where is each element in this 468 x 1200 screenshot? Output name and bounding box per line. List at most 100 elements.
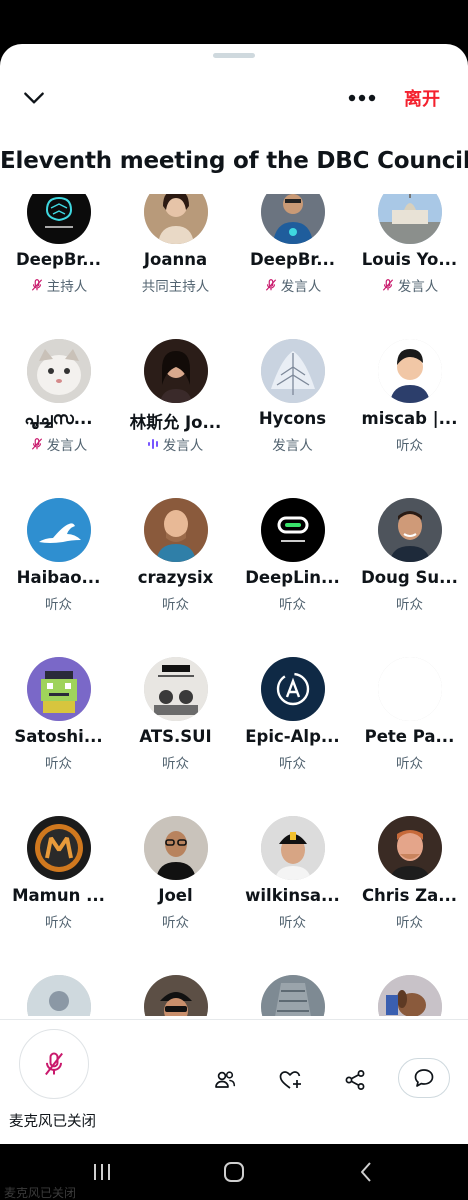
participant-name: DeepBr... — [15, 250, 102, 269]
avatar[interactable] — [27, 657, 91, 721]
participant-name: പൂച്ചസ... — [24, 409, 93, 428]
participant-tile[interactable]: Epic-Alp... 听众 — [234, 643, 351, 793]
participant-role-label: 听众 — [396, 756, 423, 772]
chevron-down-icon — [24, 92, 44, 104]
participant-role: 发言人 — [117, 434, 234, 454]
participant-tile[interactable]: Doug Su... 听众 — [351, 484, 468, 634]
participant-tile[interactable]: 林斯允 Jo... 发言人 — [117, 325, 234, 475]
participant-role: 听众 — [117, 593, 234, 613]
participant-name: Hycons — [258, 409, 327, 428]
participant-tile[interactable]: പൂച്ചസ... 发言人 — [0, 325, 117, 475]
participants-button[interactable] — [205, 1060, 245, 1100]
avatar[interactable] — [378, 657, 442, 721]
mic-muted-icon — [31, 438, 42, 450]
participant-role-label: 听众 — [162, 597, 189, 613]
avatar[interactable] — [27, 339, 91, 403]
participant-name: Louis Yo... — [361, 250, 458, 269]
status-bar — [0, 0, 468, 46]
participant-name: Joanna — [143, 250, 208, 269]
avatar[interactable] — [261, 816, 325, 880]
avatar[interactable] — [27, 194, 91, 244]
drag-handle[interactable] — [213, 53, 255, 58]
participant-tile[interactable]: Satoshi... 听众 — [0, 643, 117, 793]
participant-role-label: 发言人 — [280, 279, 322, 295]
collapse-button[interactable] — [18, 82, 50, 114]
share-button[interactable] — [335, 1060, 375, 1100]
mic-muted-icon — [265, 279, 276, 291]
participant-role: 发言人 — [0, 434, 117, 454]
participant-name: Satoshi... — [14, 727, 103, 746]
space-sheet: 离开 Eleventh meeting of the DBC Council D… — [0, 44, 468, 1144]
participant-role: 听众 — [0, 752, 117, 772]
participant-name: crazysix — [137, 568, 214, 587]
participant-name: Pete Pa... — [364, 727, 455, 746]
participant-tile[interactable]: Joel 听众 — [117, 802, 234, 952]
avatar[interactable] — [261, 339, 325, 403]
participant-tile[interactable]: miscab |... 听众 — [351, 325, 468, 475]
avatar[interactable] — [144, 194, 208, 244]
participant-tile[interactable]: Joanna 共同主持人 — [117, 194, 234, 316]
participant-tile[interactable] — [351, 961, 468, 1016]
participant-role-label: 发言人 — [272, 438, 313, 454]
avatar[interactable] — [144, 816, 208, 880]
avatar[interactable] — [261, 498, 325, 562]
avatar[interactable] — [378, 816, 442, 880]
participant-tile[interactable]: Haibao... 听众 — [0, 484, 117, 634]
more-options-button[interactable] — [344, 82, 380, 114]
recent-apps-button[interactable] — [88, 1158, 116, 1186]
avatar[interactable] — [378, 194, 442, 244]
participant-role: 听众 — [234, 911, 351, 931]
participant-tile[interactable]: Pete Pa... 听众 — [351, 643, 468, 793]
speaking-wave-icon — [147, 439, 158, 449]
reactions-button[interactable] — [270, 1060, 310, 1100]
space-title: Eleventh meeting of the DBC Council — [0, 148, 468, 174]
avatar[interactable] — [378, 498, 442, 562]
avatar[interactable] — [27, 816, 91, 880]
participant-role: 听众 — [351, 593, 468, 613]
participant-tile[interactable]: Mamun ... 听众 — [0, 802, 117, 952]
mic-muted-icon — [382, 279, 393, 291]
avatar[interactable] — [261, 657, 325, 721]
participant-role-label: 听众 — [45, 756, 72, 772]
participant-tile[interactable]: DeepBr... 主持人 — [0, 194, 117, 316]
participant-name: Epic-Alp... — [245, 727, 340, 746]
avatar[interactable] — [378, 339, 442, 403]
participant-role: 听众 — [0, 911, 117, 931]
leave-button[interactable]: 离开 — [404, 82, 440, 114]
participant-role-label: 发言人 — [46, 438, 88, 454]
back-chevron-icon — [361, 1162, 371, 1182]
participant-tile[interactable] — [0, 961, 117, 1016]
home-button[interactable] — [220, 1158, 248, 1186]
microphone-toggle-button[interactable] — [19, 1029, 89, 1099]
avatar[interactable] — [27, 975, 91, 1016]
participant-role: 听众 — [351, 434, 468, 454]
participant-tile[interactable]: DeepBr... 发言人 — [234, 194, 351, 316]
participant-tile[interactable]: Hycons 发言人 — [234, 325, 351, 475]
participant-tile[interactable] — [117, 961, 234, 1016]
participant-tile[interactable] — [234, 961, 351, 1016]
participant-role-label: 主持人 — [46, 279, 88, 295]
ghost-text: 麦克风已关闭 — [4, 1186, 77, 1200]
participant-tile[interactable]: crazysix 听众 — [117, 484, 234, 634]
mic-status-label: 麦克风已关闭 — [9, 1114, 96, 1130]
avatar[interactable] — [27, 498, 91, 562]
back-button[interactable] — [352, 1158, 380, 1186]
avatar[interactable] — [378, 975, 442, 1016]
avatar[interactable] — [261, 194, 325, 244]
participant-role: 听众 — [351, 752, 468, 772]
avatar[interactable] — [144, 339, 208, 403]
participant-tile[interactable]: ATS.SUI 听众 — [117, 643, 234, 793]
participant-tile[interactable]: DeepLin... 听众 — [234, 484, 351, 634]
participant-tile[interactable]: wilkinsa... 听众 — [234, 802, 351, 952]
participant-role-label: 听众 — [396, 915, 423, 931]
participant-role-label: 听众 — [45, 915, 72, 931]
avatar[interactable] — [144, 657, 208, 721]
avatar[interactable] — [144, 975, 208, 1016]
avatar[interactable] — [261, 975, 325, 1016]
participant-tile[interactable]: Louis Yo... 发言人 — [351, 194, 468, 316]
participant-tile[interactable]: Chris Za... 听众 — [351, 802, 468, 952]
participant-role-label: 发言人 — [162, 438, 204, 454]
avatar[interactable] — [144, 498, 208, 562]
chat-button[interactable] — [398, 1058, 450, 1098]
participant-role-label: 听众 — [396, 597, 423, 613]
